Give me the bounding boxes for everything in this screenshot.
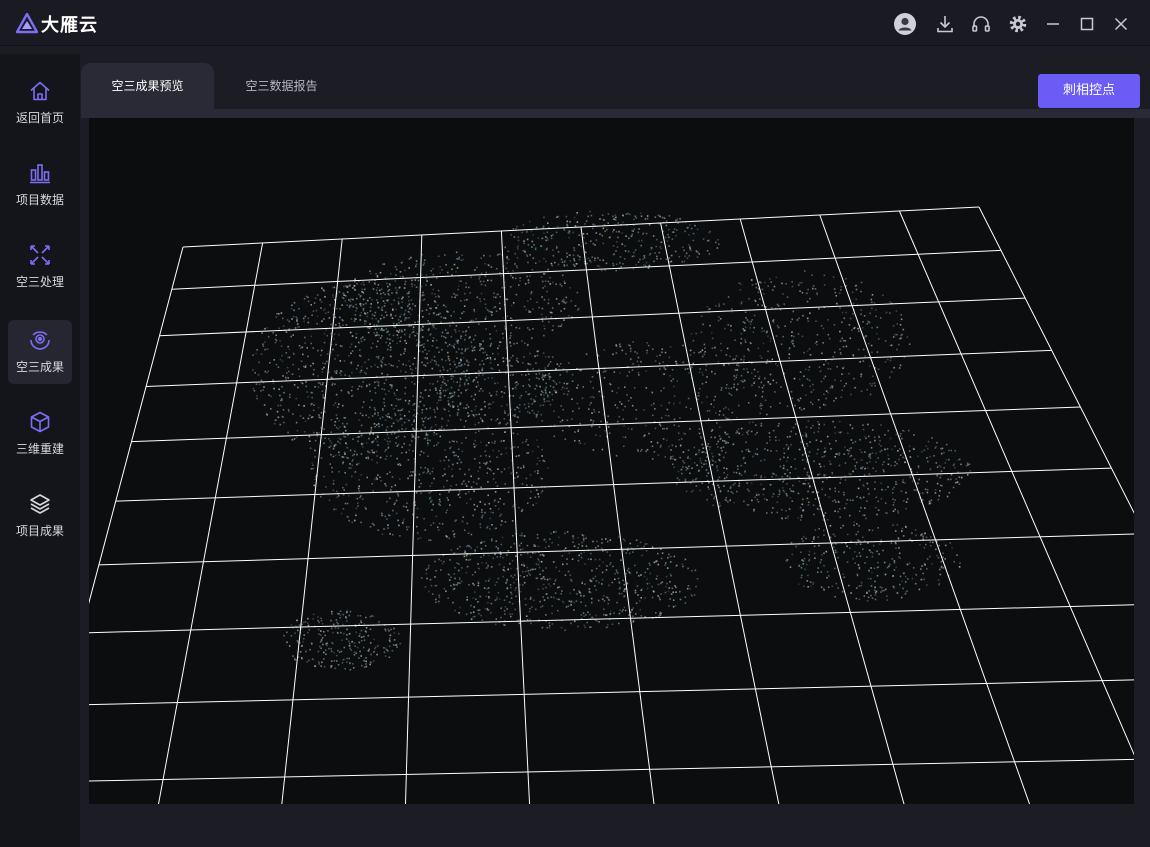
process-icon	[28, 243, 52, 267]
bar-chart-icon	[28, 161, 52, 185]
tab-aerotriangulation-preview[interactable]: 空三成果预览	[81, 63, 214, 109]
gear-icon[interactable]	[1006, 12, 1030, 36]
grid-line	[404, 234, 423, 804]
point-cloud-viewer[interactable]	[89, 118, 1134, 804]
home-icon	[28, 79, 52, 103]
sidebar-item-label: 项目数据	[15, 193, 64, 207]
user-icon[interactable]	[893, 12, 917, 36]
grid-line	[500, 230, 531, 804]
sidebar-item-label: 空三处理	[15, 275, 64, 289]
add-control-points-button[interactable]: 刺相控点	[1038, 74, 1140, 108]
download-icon[interactable]	[933, 12, 957, 36]
sidebar-item-label: 项目成果	[15, 524, 64, 538]
minimize-icon[interactable]	[1041, 12, 1065, 36]
sidebar-item-project-data[interactable]: 项目数据	[8, 153, 72, 217]
grid-line	[580, 226, 655, 804]
sidebar-item-3d-reconstruction[interactable]: 三维重建	[8, 402, 72, 466]
grid-line	[89, 679, 1134, 706]
layers-icon	[28, 492, 52, 516]
sidebar-item-aerotriangulation[interactable]: 空三处理	[8, 235, 72, 299]
app-logo-icon	[15, 12, 39, 35]
grid-line	[978, 206, 1134, 514]
sidebar-item-project-results[interactable]: 项目成果	[8, 484, 72, 548]
headset-icon[interactable]	[969, 12, 993, 36]
grid-line	[98, 533, 1134, 566]
point-cloud	[252, 210, 972, 671]
cube-icon	[28, 410, 52, 434]
grid-line	[158, 242, 264, 804]
sidebar-item-label: 返回首页	[15, 111, 64, 125]
grid-line	[89, 246, 184, 605]
close-icon[interactable]	[1109, 12, 1133, 36]
ground-grid	[89, 206, 1134, 804]
sidebar: 返回首页 项目数据 空三处理 空三成果 三维重建 项目成果	[0, 54, 80, 847]
grid-line	[89, 604, 1134, 634]
sidebar-item-aerotriangulation-results[interactable]: 空三成果	[8, 320, 72, 384]
grid-line	[281, 238, 343, 804]
sidebar-item-label: 三维重建	[15, 442, 64, 456]
sidebar-item-label: 空三成果	[15, 360, 64, 374]
grid-line	[898, 210, 1134, 756]
title-bar: 大雁云	[0, 0, 1150, 46]
result-icon	[28, 328, 52, 352]
content-header-bar	[81, 109, 1150, 118]
app-name: 大雁云	[41, 15, 98, 36]
sidebar-item-home[interactable]: 返回首页	[8, 71, 72, 135]
maximize-icon[interactable]	[1075, 12, 1099, 36]
grid-line	[89, 758, 1134, 782]
tab-aerotriangulation-report[interactable]: 空三数据报告	[214, 63, 349, 109]
grid-line	[660, 222, 780, 804]
